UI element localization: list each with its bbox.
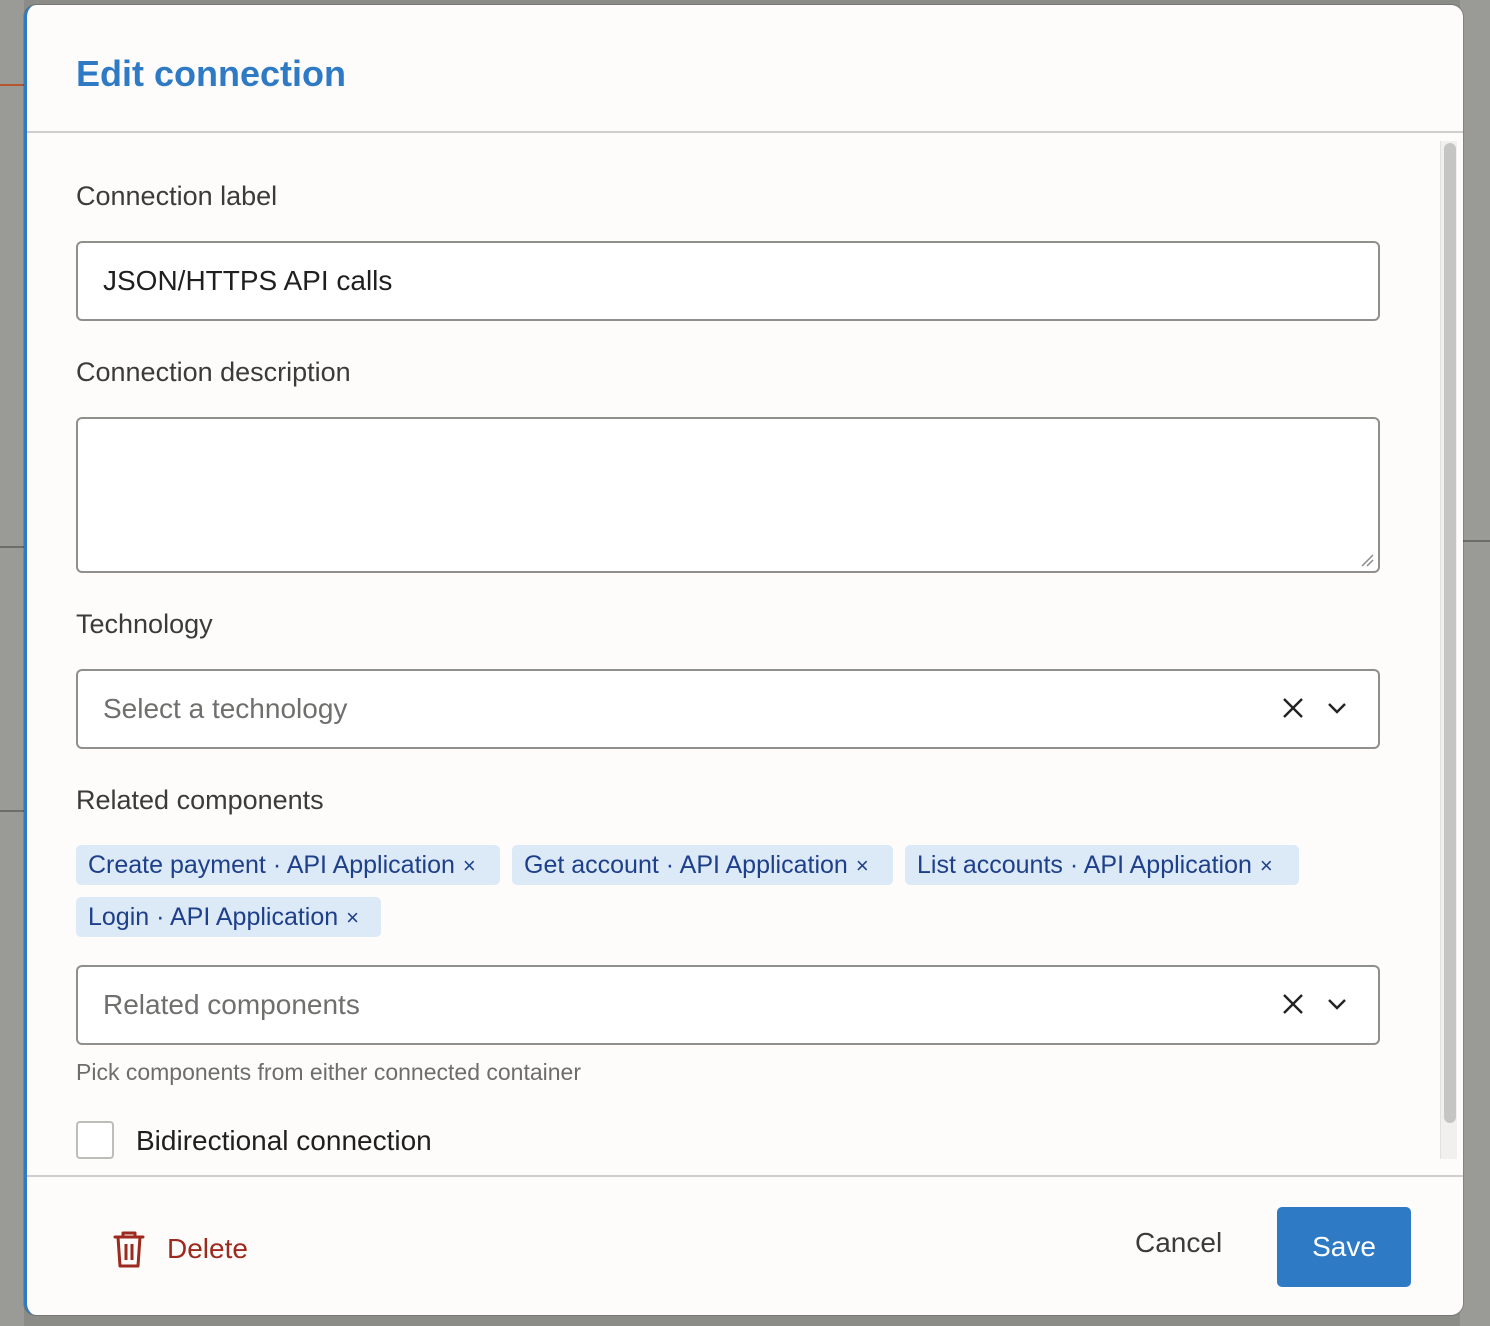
connection-description-textarea[interactable] bbox=[76, 417, 1380, 573]
clear-icon[interactable] bbox=[1280, 991, 1306, 1017]
component-chip: Get account · API Application × bbox=[512, 845, 893, 885]
component-chip: Login · API Application × bbox=[76, 897, 381, 937]
connection-description-label: Connection description bbox=[76, 357, 351, 387]
scrollbar[interactable] bbox=[1440, 141, 1457, 1159]
chevron-down-icon[interactable] bbox=[1326, 697, 1348, 719]
chip-label: List accounts · API Application bbox=[917, 851, 1252, 879]
background-left-panel bbox=[0, 0, 24, 1326]
background-divider bbox=[0, 546, 24, 548]
clear-icon[interactable] bbox=[1280, 695, 1306, 721]
background-divider bbox=[0, 810, 24, 812]
chip-remove-icon[interactable]: × bbox=[346, 905, 359, 930]
delete-label: Delete bbox=[167, 1233, 248, 1264]
related-components-select[interactable]: Related components bbox=[76, 965, 1380, 1045]
component-chip: List accounts · API Application × bbox=[905, 845, 1299, 885]
bidirectional-checkbox[interactable] bbox=[76, 1121, 114, 1159]
dialog-body: Connection label JSON/HTTPS API calls Co… bbox=[27, 133, 1463, 1175]
chip-label: Login · API Application bbox=[88, 903, 339, 931]
background-divider bbox=[0, 84, 24, 86]
connection-label-input[interactable]: JSON/HTTPS API calls bbox=[76, 241, 1380, 321]
background-divider bbox=[1460, 540, 1490, 542]
dialog-title: Edit connection bbox=[76, 53, 346, 94]
save-button[interactable]: Save bbox=[1277, 1207, 1411, 1287]
related-components-hint: Pick components from either connected co… bbox=[76, 1059, 581, 1085]
chip-label: Create payment · API Application bbox=[88, 851, 455, 879]
technology-placeholder: Select a technology bbox=[103, 693, 348, 724]
delete-button[interactable]: Delete bbox=[111, 1225, 248, 1273]
connection-label-value: JSON/HTTPS API calls bbox=[103, 265, 393, 296]
resize-handle-icon[interactable] bbox=[1360, 553, 1374, 567]
connection-label-label: Connection label bbox=[76, 181, 278, 211]
related-components-placeholder: Related components bbox=[103, 989, 360, 1020]
dialog-header: Edit connection bbox=[27, 5, 1463, 133]
chip-remove-icon[interactable]: × bbox=[856, 853, 869, 878]
related-components-label: Related components bbox=[76, 785, 324, 815]
chip-remove-icon[interactable]: × bbox=[463, 853, 476, 878]
background-right-panel bbox=[1460, 0, 1490, 1326]
chip-remove-icon[interactable]: × bbox=[1260, 853, 1273, 878]
component-chip: Create payment · API Application × bbox=[76, 845, 500, 885]
cancel-button[interactable]: Cancel bbox=[1135, 1227, 1222, 1259]
trash-icon bbox=[113, 1231, 145, 1268]
chevron-down-icon[interactable] bbox=[1326, 993, 1348, 1015]
technology-label: Technology bbox=[76, 609, 213, 639]
chip-label: Get account · API Application bbox=[524, 851, 848, 879]
edit-connection-dialog: Edit connection Connection label JSON/HT… bbox=[24, 5, 1463, 1315]
technology-select[interactable]: Select a technology bbox=[76, 669, 1380, 749]
bidirectional-label[interactable]: Bidirectional connection bbox=[136, 1125, 432, 1157]
scrollbar-thumb[interactable] bbox=[1444, 143, 1456, 1123]
dialog-footer: Delete Cancel Save bbox=[27, 1175, 1463, 1315]
